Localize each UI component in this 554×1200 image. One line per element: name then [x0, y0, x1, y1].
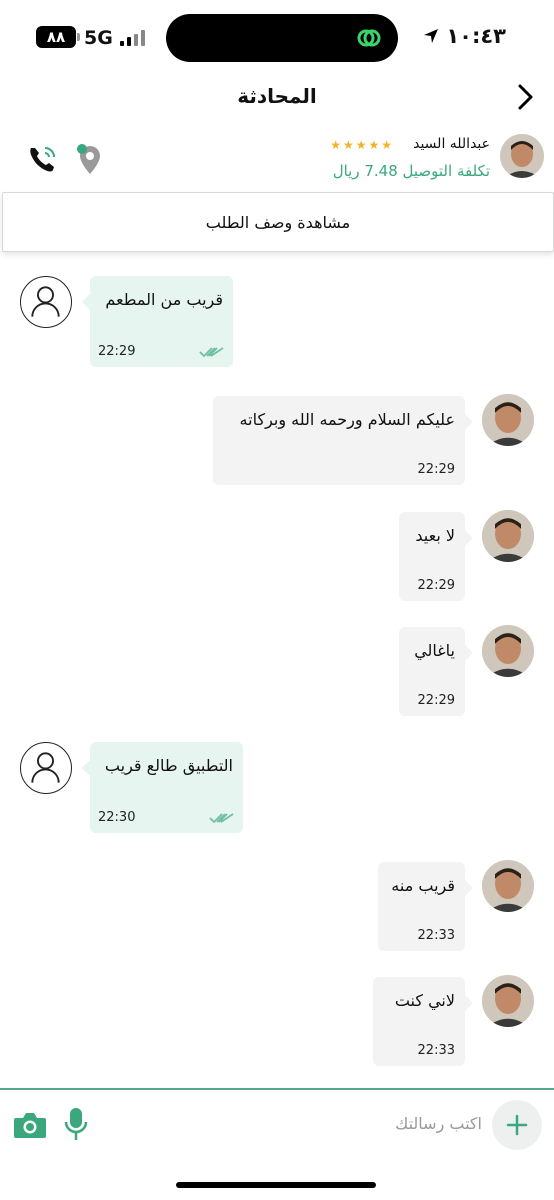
status-time: ١٠:٤٣ — [446, 24, 506, 48]
message-text: قريب من المطعم — [105, 290, 223, 309]
message-input[interactable] — [182, 1106, 482, 1140]
user-icon — [31, 752, 60, 783]
view-order-description-button[interactable]: مشاهدة وصف الطلب — [2, 192, 554, 252]
network-type: 5G — [84, 27, 113, 49]
message-time: 22:30 — [98, 810, 136, 825]
microphone-icon[interactable] — [62, 1106, 90, 1142]
message-text: التطبيق طالع قريب — [104, 756, 233, 775]
driver-message-avatar — [482, 975, 534, 1027]
phone-call-icon[interactable] — [26, 144, 58, 174]
back-chevron-icon[interactable] — [512, 82, 538, 112]
driver-message-avatar — [482, 625, 534, 677]
driver-message-avatar — [482, 860, 534, 912]
user-icon — [31, 286, 60, 317]
driver-rating-stars: ★★★★★ — [330, 138, 394, 152]
message-time: 22:29 — [417, 693, 455, 708]
customer-avatar — [20, 276, 72, 328]
message-time: 22:29 — [417, 462, 455, 477]
message-time: 22:29 — [98, 344, 136, 359]
battery-level: ٨٨ — [36, 26, 76, 48]
status-bar: ٨٨ 5G ١٠:٤٣ — [0, 0, 554, 76]
message-composer — [0, 1088, 554, 1158]
message-time: 22:33 — [417, 928, 455, 943]
message-bubble[interactable]: قريب من المطعم 22:29 — [82, 276, 233, 367]
message-text: لاني كنت — [394, 991, 455, 1010]
customer-avatar — [20, 742, 72, 794]
message-bubble[interactable]: التطبيق طالع قريب 22:30 — [82, 742, 243, 833]
dynamic-island — [166, 14, 398, 62]
message-text: ياغالي — [414, 641, 455, 660]
driver-info: عبدالله السيد ★★★★★ تكلفة التوصيل 7.48 ر… — [0, 124, 554, 190]
message-bubble[interactable]: قريب منه 22:33 — [378, 862, 473, 951]
location-arrow-icon — [424, 29, 439, 43]
message-time: 22:29 — [417, 578, 455, 593]
page-title: المحادثة — [237, 84, 317, 108]
message-text: لا بعيد — [415, 526, 455, 545]
driver-message-avatar — [482, 510, 534, 562]
read-ticks-icon — [209, 813, 234, 824]
plus-icon — [506, 1114, 528, 1136]
location-pin-icon[interactable] — [76, 144, 104, 176]
time-area: ١٠:٤٣ — [422, 24, 506, 48]
link-icon — [357, 29, 381, 47]
signal-bars-icon — [120, 30, 145, 46]
read-ticks-icon — [199, 347, 224, 358]
message-time: 22:33 — [417, 1043, 455, 1058]
message-bubble[interactable]: لا بعيد 22:29 — [399, 512, 473, 601]
driver-avatar[interactable] — [500, 134, 544, 178]
message-bubble[interactable]: لاني كنت 22:33 — [373, 977, 473, 1066]
message-bubble[interactable]: ياغالي 22:29 — [399, 627, 473, 716]
driver-name: عبدالله السيد — [413, 136, 490, 152]
battery-indicator: ٨٨ — [36, 26, 80, 48]
driver-message-avatar — [482, 394, 534, 446]
delivery-fee: تكلفة التوصيل 7.48 ريال — [332, 162, 490, 180]
message-bubble[interactable]: عليكم السلام ورحمه الله وبركاته 22:29 — [213, 396, 473, 485]
add-attachment-button[interactable] — [492, 1100, 542, 1150]
home-indicator — [176, 1182, 376, 1188]
message-text: عليكم السلام ورحمه الله وبركاته — [239, 410, 455, 429]
camera-icon[interactable] — [12, 1110, 48, 1140]
header: المحادثة — [0, 76, 554, 122]
battery-tip — [77, 33, 80, 41]
message-text: قريب منه — [391, 876, 455, 895]
